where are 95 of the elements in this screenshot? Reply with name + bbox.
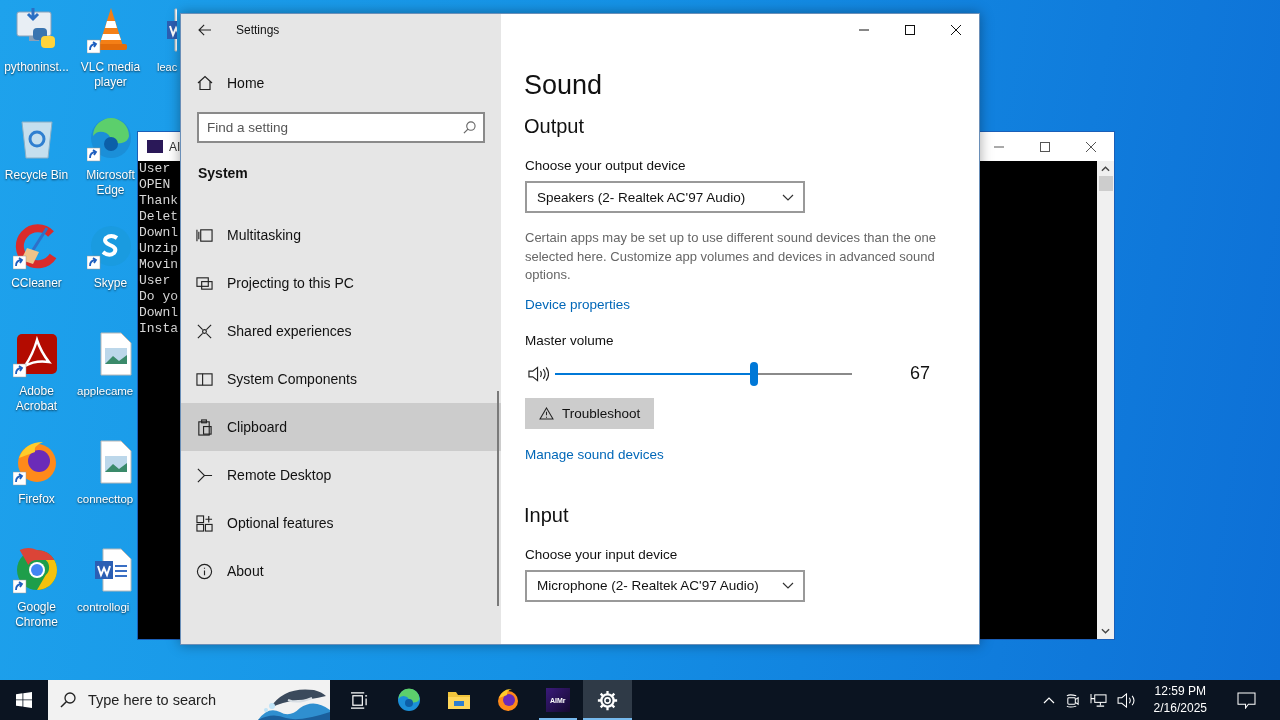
date-text: 2/16/2025 <box>1153 700 1207 717</box>
about-icon <box>196 562 213 580</box>
console-line: Delet <box>139 209 178 225</box>
taskbar-app[interactable] <box>582 680 632 720</box>
browser-icon <box>397 688 422 712</box>
icon-label: Google Chrome <box>14 600 59 630</box>
volume-slider[interactable] <box>555 361 852 386</box>
search-icon <box>60 692 76 708</box>
speaker-icon[interactable] <box>528 365 549 382</box>
warning-icon <box>539 406 554 420</box>
browser-icon <box>496 688 521 712</box>
console-line: Downl <box>139 305 178 321</box>
console-line: Insta <box>139 321 178 337</box>
home-icon <box>197 75 213 91</box>
device-properties-link[interactable]: Device properties <box>525 296 631 312</box>
section-heading: Input <box>524 502 569 528</box>
volume-value: 67 <box>910 363 931 384</box>
taskbar-search-field[interactable]: Type here to search <box>76 680 258 720</box>
network-icon[interactable] <box>1089 692 1107 708</box>
console-line: Unzip <box>139 241 178 257</box>
console-line: Movin <box>139 257 178 273</box>
console-line: User <box>139 273 171 289</box>
output-device-dropdown[interactable]: Speakers (2- Realtek AC'97 Audio) <box>525 181 805 213</box>
maximize-icon <box>905 25 915 35</box>
chevron-icon <box>782 582 794 589</box>
task-view-icon <box>350 691 370 709</box>
icon-label: Adobe Acrobat <box>14 384 59 414</box>
home-item[interactable]: Home <box>197 71 501 95</box>
section-heading: System <box>198 165 249 181</box>
folder-icon <box>446 690 471 710</box>
nav-item[interactable]: Clipboard <box>181 403 501 451</box>
console-line: Thank <box>139 193 178 209</box>
nav-item[interactable]: Remote Desktop <box>181 451 501 499</box>
clipboard-icon <box>196 418 213 436</box>
console-line: OPEN <box>139 177 171 193</box>
shared-icon <box>196 322 213 340</box>
nav-item[interactable]: Optional features <box>181 499 501 547</box>
multitask-icon <box>196 226 213 244</box>
camera-icon[interactable] <box>1064 692 1080 708</box>
close-icon <box>1086 141 1096 152</box>
icon-label: Firefox <box>17 492 56 507</box>
field-label: Master volume <box>525 332 614 348</box>
components-icon <box>196 370 213 388</box>
time-text: 12:59 PM <box>1154 683 1206 700</box>
icon-label: applecame <box>77 384 134 399</box>
taskbar-search-box[interactable]: Type here to search <box>48 680 330 720</box>
app-icon <box>147 140 163 153</box>
maximize-icon <box>1040 141 1050 152</box>
scrollbar[interactable] <box>1097 161 1114 639</box>
icon-label: VLC media player <box>79 60 142 90</box>
field-label: Choose your output device <box>525 158 686 173</box>
icon-label: Microsoft Edge <box>85 168 136 198</box>
console-line: Downl <box>139 225 178 241</box>
icon-label: Recycle Bin <box>3 168 70 183</box>
settings-icon <box>596 689 618 711</box>
description-text: Certain apps may be set up to use different sound devices than the one selected here. Customize app volumes and devices in advanced sound options. <box>525 229 937 284</box>
search-field[interactable]: Find a setting <box>197 112 485 143</box>
console-line: Do yo <box>139 289 178 305</box>
icon-label: CCleaner <box>10 276 63 291</box>
field-label: Choose your input device <box>525 546 678 562</box>
clock[interactable]: 12:59 PM 2/16/2025 <box>1153 683 1207 717</box>
notification-icon[interactable] <box>1237 691 1256 709</box>
scroll-thumb[interactable] <box>1098 176 1113 191</box>
chevron-up-icon[interactable] <box>1042 696 1055 704</box>
nav-item[interactable]: Shared experiences <box>181 307 501 355</box>
optional-icon <box>196 514 213 532</box>
icon-label: controllogi <box>77 600 130 615</box>
project-icon <box>196 274 213 292</box>
console-line: User <box>139 161 171 177</box>
back-icon[interactable] <box>198 24 212 36</box>
icon-label: pythoninst... <box>3 60 70 75</box>
search-icon <box>463 121 476 134</box>
volume-icon[interactable] <box>1116 692 1136 708</box>
manage-devices-link[interactable]: Manage sound devices <box>525 446 664 462</box>
close-icon <box>951 25 961 35</box>
scrollbar[interactable] <box>497 391 499 606</box>
nav-item[interactable]: Multitasking <box>181 211 501 259</box>
section-heading: Output <box>524 114 585 139</box>
icon-label: connecttop <box>77 492 134 507</box>
page-title: Sound <box>524 69 603 102</box>
remote-icon <box>196 466 213 484</box>
start-icon <box>16 692 32 708</box>
troubleshoot-button[interactable]: Troubleshoot <box>525 397 655 429</box>
nav-item[interactable]: System Components <box>181 355 501 403</box>
chevron-icon <box>782 193 794 201</box>
nav-item[interactable]: About <box>181 547 501 595</box>
window-title: AI <box>169 139 181 154</box>
slider-thumb[interactable] <box>750 361 758 386</box>
window-title: Settings <box>236 23 280 37</box>
nav-item[interactable]: Projecting to this PC <box>181 259 501 307</box>
scroll-down-icon[interactable] <box>1101 628 1110 634</box>
icon-label: leac <box>157 60 178 75</box>
icon-label: Skype <box>93 276 128 291</box>
input-device-dropdown[interactable]: Microphone (2- Realtek AC'97 Audio) <box>525 569 805 602</box>
scroll-up-icon[interactable] <box>1101 166 1110 172</box>
